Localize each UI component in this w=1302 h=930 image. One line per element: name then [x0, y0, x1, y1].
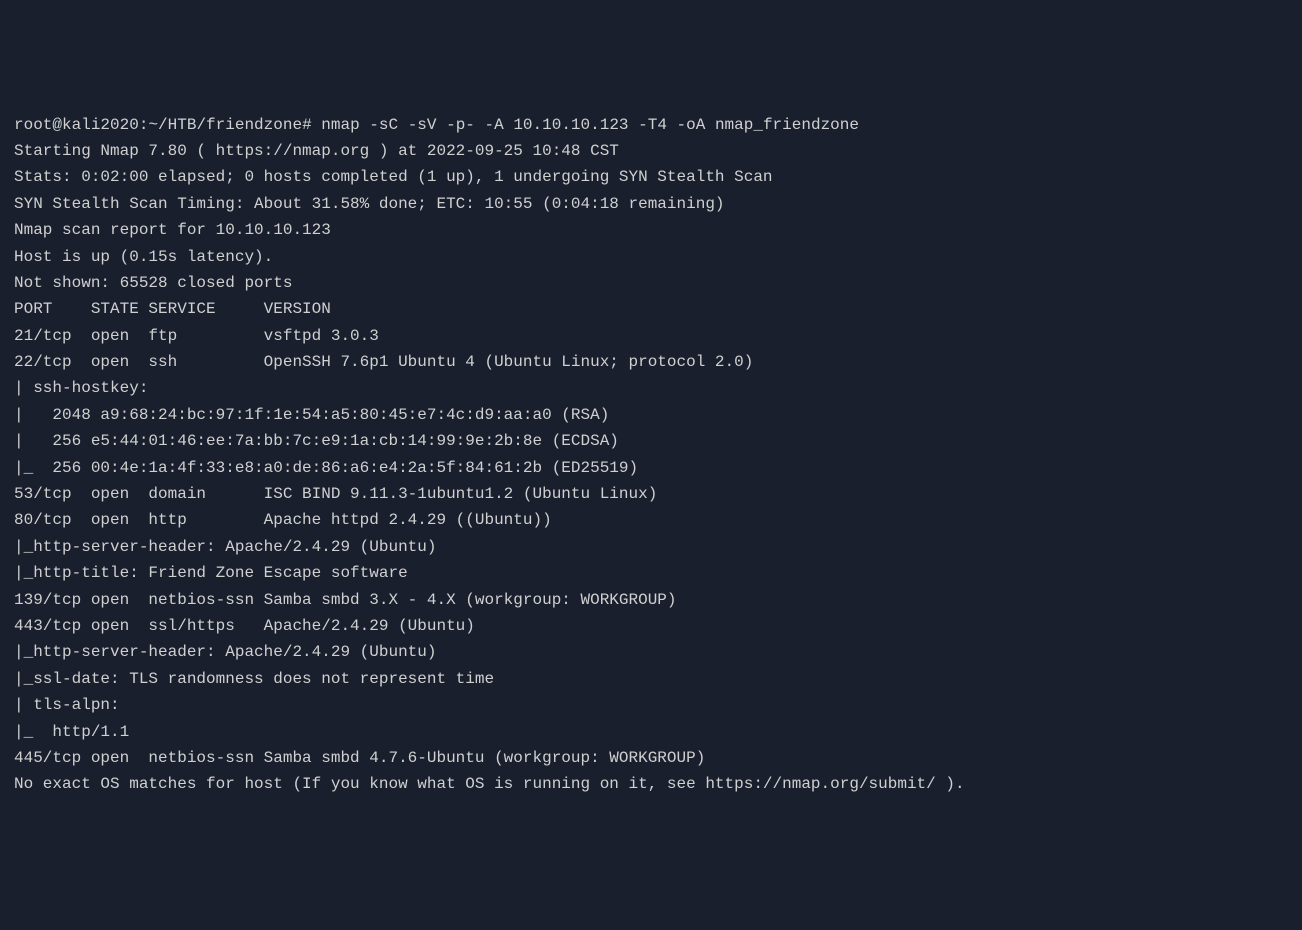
output-line: | 2048 a9:68:24:bc:97:1f:1e:54:a5:80:45:…	[14, 402, 1288, 428]
output-line: SYN Stealth Scan Timing: About 31.58% do…	[14, 191, 1288, 217]
output-line: 139/tcp open netbios-ssn Samba smbd 3.X …	[14, 587, 1288, 613]
output-line: No exact OS matches for host (If you kno…	[14, 771, 1288, 797]
output-line: 445/tcp open netbios-ssn Samba smbd 4.7.…	[14, 745, 1288, 771]
output-line: 21/tcp open ftp vsftpd 3.0.3	[14, 323, 1288, 349]
output-line: 80/tcp open http Apache httpd 2.4.29 ((U…	[14, 507, 1288, 533]
output-line: Starting Nmap 7.80 ( https://nmap.org ) …	[14, 138, 1288, 164]
output-line: Host is up (0.15s latency).	[14, 244, 1288, 270]
output-line: Nmap scan report for 10.10.10.123	[14, 217, 1288, 243]
output-line: | ssh-hostkey:	[14, 375, 1288, 401]
output-line: |_http-title: Friend Zone Escape softwar…	[14, 560, 1288, 586]
output-line: |_ http/1.1	[14, 719, 1288, 745]
output-line: PORT STATE SERVICE VERSION	[14, 296, 1288, 322]
output-line: Not shown: 65528 closed ports	[14, 270, 1288, 296]
output-line: | 256 e5:44:01:46:ee:7a:bb:7c:e9:1a:cb:1…	[14, 428, 1288, 454]
prompt-line[interactable]: root@kali2020:~/HTB/friendzone# nmap -sC…	[14, 112, 1288, 138]
prompt-path: ~/HTB/friendzone	[148, 116, 302, 134]
output-line: | tls-alpn:	[14, 692, 1288, 718]
output-line: |_ 256 00:4e:1a:4f:33:e8:a0:de:86:a6:e4:…	[14, 455, 1288, 481]
output-line: 22/tcp open ssh OpenSSH 7.6p1 Ubuntu 4 (…	[14, 349, 1288, 375]
output-line: |_http-server-header: Apache/2.4.29 (Ubu…	[14, 534, 1288, 560]
output-line: Stats: 0:02:00 elapsed; 0 hosts complete…	[14, 164, 1288, 190]
output-line: |_ssl-date: TLS randomness does not repr…	[14, 666, 1288, 692]
output-line: 443/tcp open ssl/https Apache/2.4.29 (Ub…	[14, 613, 1288, 639]
output-line: |_http-server-header: Apache/2.4.29 (Ubu…	[14, 639, 1288, 665]
output-line: 53/tcp open domain ISC BIND 9.11.3-1ubun…	[14, 481, 1288, 507]
prompt-sep: #	[302, 116, 312, 134]
prompt-user-host: root@kali2020	[14, 116, 139, 134]
command-text: nmap -sC -sV -p- -A 10.10.10.123 -T4 -oA…	[321, 116, 859, 134]
